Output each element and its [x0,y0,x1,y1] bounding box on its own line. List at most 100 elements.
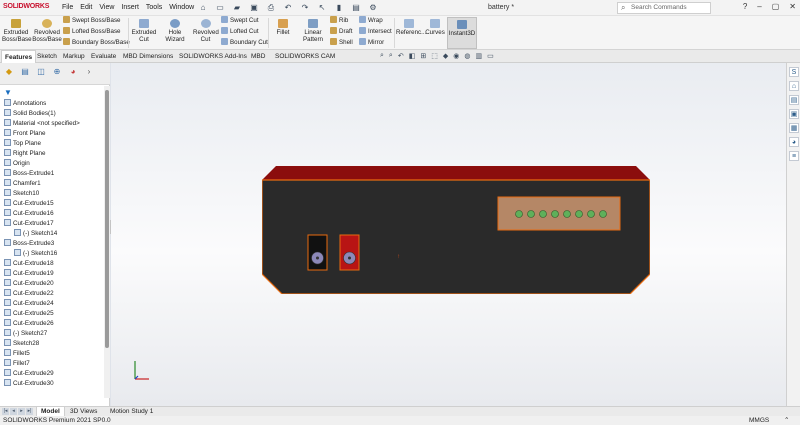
tree-item[interactable]: Boss-Extrude3 [4,239,106,249]
shell-button[interactable]: Shell [330,38,353,48]
tree-item[interactable]: Material <not specified> [4,119,106,129]
boundary-cut-button[interactable]: Boundary Cut [221,38,268,48]
tree-item[interactable]: Right Plane [4,149,106,159]
menu-edit[interactable]: Edit [80,4,92,11]
tree-item[interactable]: Cut-Extrude22 [4,289,106,299]
tab-evaluate[interactable]: Evaluate [88,50,119,63]
open-icon[interactable]: ▰ [230,2,244,14]
tree-item[interactable]: (-) Sketch16 [4,249,106,259]
rib-button[interactable]: Rib [330,16,348,26]
edit-appearance-icon[interactable]: ◍ [464,52,470,60]
minimize-icon[interactable]: – [757,2,761,11]
tree-item[interactable]: Solid Bodies(1) [4,109,106,119]
home-icon[interactable]: ⌂ [196,2,210,14]
close-icon[interactable]: ✕ [789,2,796,11]
tree-item[interactable]: Origin [4,159,106,169]
design-library-icon[interactable]: ▤ [789,95,799,105]
zoom-to-fit-icon[interactable]: ⌕ [380,52,384,60]
boundary-boss-button[interactable]: Boundary Boss/Base [63,38,130,48]
dimxpert-tab-icon[interactable]: ⊕ [51,66,63,78]
tree-item[interactable]: Front Plane [4,129,106,139]
extruded-boss-button[interactable]: Extruded Boss/Base [2,19,32,43]
tab-mbd[interactable]: MBD [248,50,268,63]
help-icon[interactable]: ? [743,2,747,11]
filter-icon[interactable]: ▼ [4,88,12,97]
tree-item[interactable]: (-) Sketch27 [4,329,106,339]
tree-item[interactable]: Annotations [4,99,106,109]
lofted-cut-button[interactable]: Lofted Cut [221,27,259,37]
tab-solidworks-cam[interactable]: SOLIDWORKS CAM [272,50,338,63]
feature-manager-tab-icon[interactable]: ◆ [3,66,15,78]
swept-cut-button[interactable]: Swept Cut [221,16,259,26]
tab-sketch[interactable]: Sketch [34,50,60,63]
revolved-boss-button[interactable]: Revolved Boss/Base [32,19,62,43]
status-expand-icon[interactable]: ⌃ [784,416,789,425]
tree-item[interactable]: Chamfer1 [4,179,106,189]
new-icon[interactable]: ▭ [213,2,227,14]
custom-properties-icon[interactable]: ≡ [789,151,799,161]
more-tabs-icon[interactable]: › [83,66,95,78]
scrollbar-thumb[interactable] [105,90,109,348]
previous-view-icon[interactable]: ↶ [398,52,404,60]
menu-view[interactable]: View [99,4,114,11]
section-view-icon[interactable]: ◧ [409,52,416,60]
revolved-cut-button[interactable]: Revolved Cut [193,19,219,43]
view-palette-icon[interactable]: ▦ [789,123,799,133]
redo-icon[interactable]: ↷ [298,2,312,14]
tree-item[interactable]: Fillet7 [4,359,106,369]
save-icon[interactable]: ▣ [247,2,261,14]
units-indicator[interactable]: MMGS [749,416,769,425]
mirror-button[interactable]: Mirror [359,38,384,48]
view-orientation-icon[interactable]: ⬚ [431,52,438,60]
tree-item[interactable]: Cut-Extrude24 [4,299,106,309]
tree-item[interactable]: Cut-Extrude18 [4,259,106,269]
menu-insert[interactable]: Insert [121,4,139,11]
search-commands[interactable]: ⌕ Search Commands [617,2,711,14]
tab-solidworks-addins[interactable]: SOLIDWORKS Add-Ins [176,50,250,63]
tree-item[interactable]: Cut-Extrude15 [4,199,106,209]
zoom-area-icon[interactable]: ⌕ [389,52,393,60]
tree-scrollbar[interactable] [104,86,110,398]
tree-item[interactable]: Boss-Extrude1 [4,169,106,179]
tab-mbd-dimensions[interactable]: MBD Dimensions [120,50,176,63]
hole-wizard-button[interactable]: Hole Wizard [159,19,191,43]
undo-icon[interactable]: ↶ [281,2,295,14]
battery-model[interactable]: ↑ [262,166,650,294]
fillet-button[interactable]: Fillet [272,19,294,36]
solidworks-resources-icon[interactable]: S [789,67,799,77]
tree-item[interactable]: Cut-Extrude30 [4,379,106,389]
display-manager-tab-icon[interactable]: ◕ [67,66,79,78]
tab-markup[interactable]: Markup [60,50,88,63]
lofted-boss-button[interactable]: Lofted Boss/Base [63,27,121,37]
file-explorer-icon[interactable]: ▣ [789,109,799,119]
menu-tools[interactable]: Tools [146,4,162,11]
tree-item[interactable]: Fillet5 [4,349,106,359]
apply-scene-icon[interactable]: ▥ [475,52,482,60]
tree-item[interactable]: Cut-Extrude26 [4,319,106,329]
maximize-icon[interactable]: ▢ [772,2,780,11]
first-tab-icon[interactable]: |◂ [2,408,9,415]
swept-boss-button[interactable]: Swept Boss/Base [63,16,121,26]
tree-item[interactable]: Cut-Extrude17 [4,219,106,229]
linear-pattern-button[interactable]: Linear Pattern [298,19,328,43]
instant3d-button[interactable]: Instant3D [447,17,477,49]
hide-show-items-icon[interactable]: ◉ [453,52,459,60]
view-settings-icon[interactable]: ▭ [487,52,494,60]
tree-item[interactable]: Cut-Extrude29 [4,369,106,379]
intersect-button[interactable]: Intersect [359,27,392,37]
wrap-button[interactable]: Wrap [359,16,383,26]
display-style-icon[interactable]: ◆ [443,52,448,60]
next-tab-icon[interactable]: ▸ [18,408,25,415]
home-icon[interactable]: ⌂ [789,81,799,91]
curves-button[interactable]: Curves [425,19,445,36]
tree-item[interactable]: Cut-Extrude25 [4,309,106,319]
reference-geometry-button[interactable]: Referenc... [396,19,426,36]
options-icon[interactable]: ⚙ [366,2,380,14]
tree-item[interactable]: Top Plane [4,139,106,149]
tab-features[interactable]: Features [1,50,37,63]
prev-tab-icon[interactable]: ◂ [10,408,17,415]
property-manager-tab-icon[interactable]: ▤ [19,66,31,78]
tree-item[interactable]: Cut-Extrude20 [4,279,106,289]
tree-item[interactable]: Sketch28 [4,339,106,349]
dynamic-annotation-icon[interactable]: ⊞ [420,52,426,60]
